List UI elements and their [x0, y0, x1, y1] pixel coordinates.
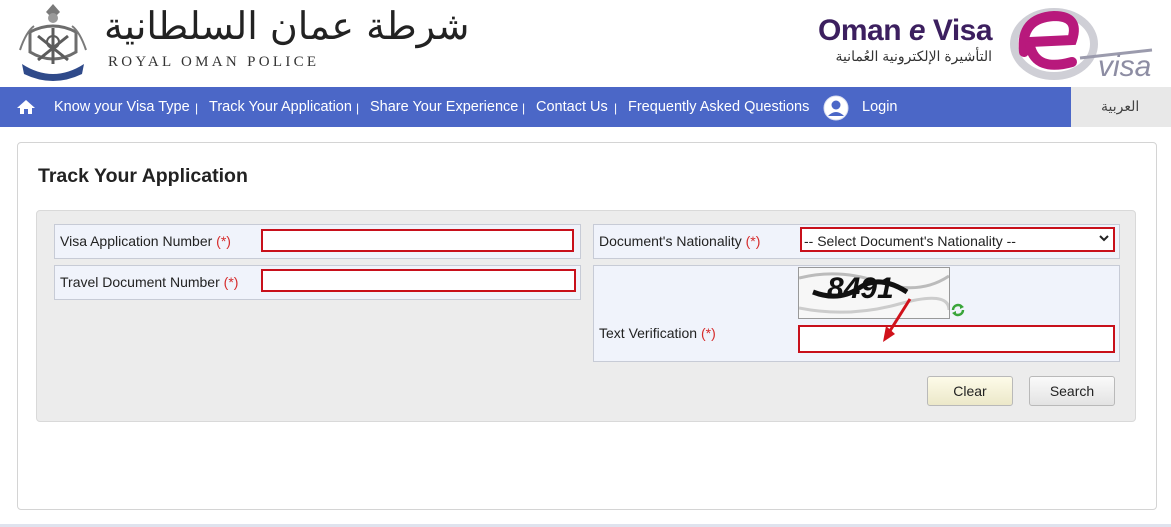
visa-application-input[interactable]: [261, 229, 574, 252]
nationality-label: Document's Nationality (*): [599, 233, 760, 249]
nav-login[interactable]: Login: [862, 99, 897, 115]
rop-arabic-name: شرطة عمان السلطانية: [104, 4, 470, 48]
travel-document-label-text: Travel Document Number: [60, 274, 220, 290]
oman-evisa-title: Oman e Visa: [818, 14, 993, 48]
nationality-select-value: -- Select Document's Nationality --: [804, 233, 1016, 249]
oman-evisa-arabic-title: التأشيرة الإلكترونية العُمانية: [835, 48, 992, 64]
home-icon[interactable]: [16, 99, 36, 115]
text-verification-label: Text Verification (*): [599, 325, 716, 341]
required-mark: (*): [700, 325, 716, 341]
required-mark: (*): [223, 274, 239, 290]
required-mark: (*): [216, 233, 231, 249]
search-button[interactable]: Search: [1029, 376, 1115, 406]
visa-application-label-text: Visa Application Number: [60, 233, 213, 249]
royal-oman-police-emblem: [19, 4, 87, 81]
nav-separator: |: [356, 101, 360, 115]
captcha-graphic: 8491: [799, 268, 949, 318]
main-nav: Know your Visa Type | Track Your Applica…: [0, 87, 1171, 127]
brand-title-part2: Visa: [925, 14, 993, 47]
page-title: Track Your Application: [38, 165, 248, 187]
nav-separator: |: [614, 101, 618, 115]
user-icon[interactable]: [823, 95, 849, 121]
text-verification-label-text: Text Verification: [599, 325, 698, 341]
clear-button[interactable]: Clear: [927, 376, 1013, 406]
red-arrow-annotation: [883, 298, 912, 342]
visa-application-label: Visa Application Number (*): [60, 233, 231, 249]
nav-faq[interactable]: Frequently Asked Questions: [628, 99, 809, 115]
travel-document-label: Travel Document Number (*): [60, 274, 238, 290]
brand-title-e: e: [908, 14, 926, 47]
required-mark: (*): [745, 233, 761, 249]
site-header: شرطة عمان السلطانية ROYAL OMAN POLICE Om…: [0, 0, 1171, 86]
refresh-icon[interactable]: [950, 303, 966, 317]
nationality-select[interactable]: -- Select Document's Nationality --: [800, 227, 1115, 252]
chevron-down-icon: [1099, 235, 1109, 242]
text-verification-input[interactable]: [798, 325, 1115, 353]
nav-separator: |: [522, 101, 526, 115]
travel-document-input[interactable]: [261, 269, 576, 292]
brand-title-part1: Oman: [818, 14, 909, 47]
nav-contact-us[interactable]: Contact Us: [536, 99, 608, 115]
nav-track-application[interactable]: Track Your Application: [209, 99, 352, 115]
nav-know-visa-type[interactable]: Know your Visa Type: [54, 99, 190, 115]
nav-separator: |: [195, 101, 199, 115]
evisa-logo: visa: [1010, 8, 1153, 80]
language-switch[interactable]: العربية: [1071, 87, 1171, 127]
language-label[interactable]: العربية: [1101, 98, 1139, 115]
nav-share-experience[interactable]: Share Your Experience: [370, 99, 518, 115]
nationality-label-text: Document's Nationality: [599, 233, 742, 249]
captcha-image: 8491: [798, 267, 950, 319]
evisa-logo-text: visa: [1098, 50, 1151, 80]
rop-english-name: ROYAL OMAN POLICE: [108, 54, 320, 70]
